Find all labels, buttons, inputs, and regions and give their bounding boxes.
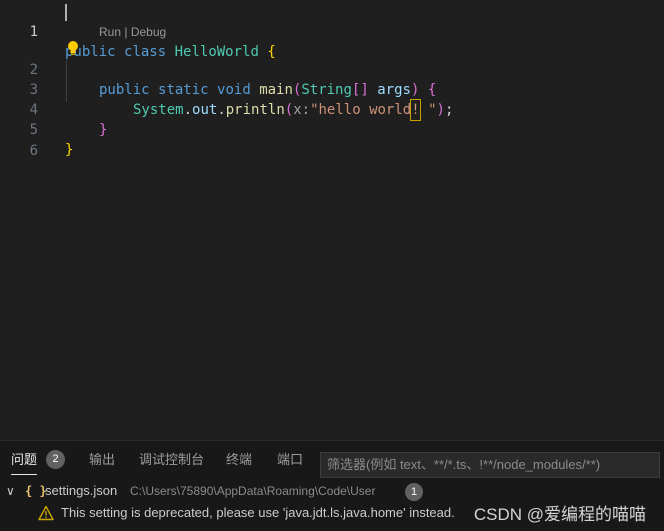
code-line-1[interactable]: 1 public class HelloWorld { [0, 2, 664, 60]
problems-filter-input[interactable]: 筛选器(例如 text、**/*.ts、!**/node_modules/**) [320, 452, 660, 478]
codelens-separator: | [124, 25, 128, 39]
code-line-3[interactable]: 3 System.out.println(x:"hello world! "); [0, 60, 664, 121]
watermark: CSDN @爱编程的喵喵 [473, 505, 646, 524]
code-editor[interactable]: 1 public class HelloWorld { Run | Debug … [0, 0, 664, 440]
code-line-4[interactable]: 4 } [0, 80, 664, 138]
code-line-2[interactable]: 2 public static void main(String[] args)… [0, 40, 664, 98]
problem-message: This setting is deprecated, please use '… [61, 505, 455, 520]
tab-output[interactable]: 输出 [89, 447, 115, 473]
tab-debug-console[interactable]: 调试控制台 [139, 447, 204, 473]
file-path: C:\Users\75890\AppData\Roaming\Code\User [130, 484, 376, 498]
tab-ports[interactable]: 端口 [277, 447, 303, 473]
problem-file-row[interactable]: ∨ { } settings.json C:\Users\75890\AppDa… [0, 480, 664, 502]
chevron-down-icon[interactable]: ∨ [6, 480, 15, 502]
code-line-5[interactable]: 5 } [0, 100, 664, 158]
run-codelens[interactable]: Run [99, 25, 121, 39]
warning-icon [38, 505, 54, 521]
debug-codelens[interactable]: Debug [131, 25, 166, 39]
codelens: Run | Debug [99, 24, 166, 40]
tab-terminal[interactable]: 终端 [226, 447, 252, 473]
line-number: 1 [29, 24, 38, 40]
brace: } [65, 142, 74, 158]
code-line-6[interactable]: 6 [0, 121, 664, 159]
problems-count-badge: 2 [46, 450, 65, 469]
file-name: settings.json [45, 483, 118, 498]
file-problem-count: 1 [405, 483, 423, 501]
line-number: 6 [29, 143, 38, 159]
json-file-icon: { } [25, 484, 47, 498]
panel-tabs: 问题 2 输出 调试控制台 终端 端口 筛选器(例如 text、**/*.ts、… [0, 447, 664, 478]
